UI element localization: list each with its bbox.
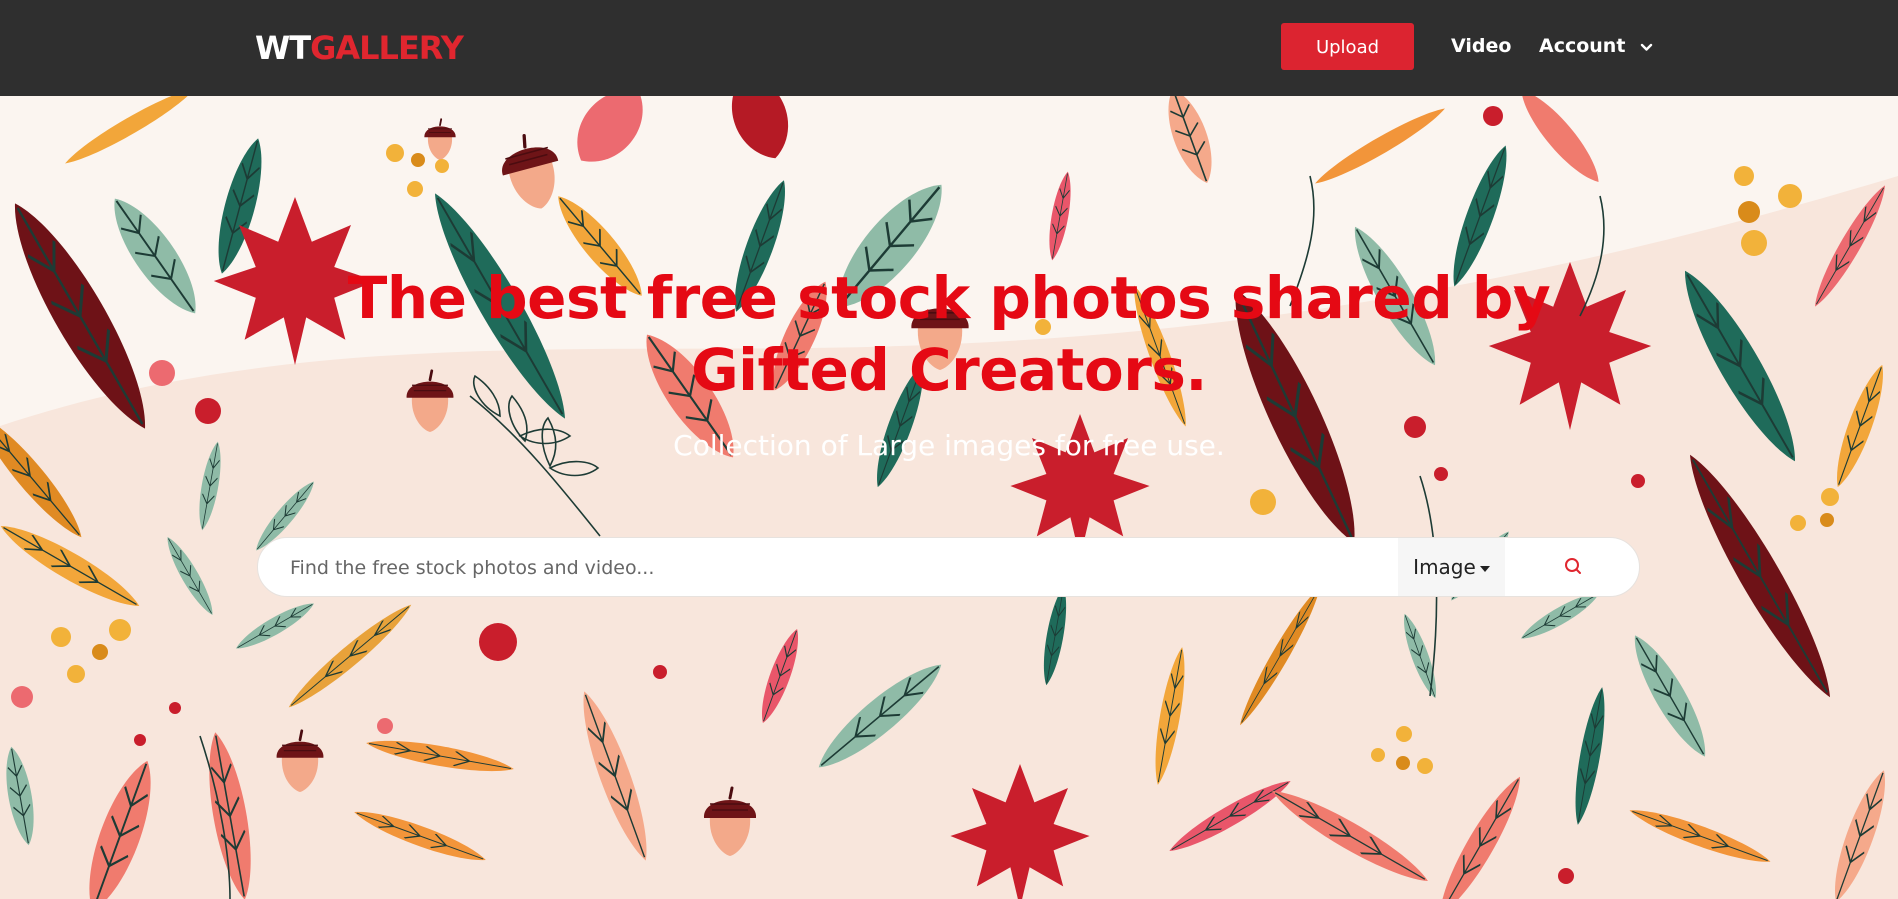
media-type-dropdown[interactable]: Image: [1398, 538, 1505, 596]
site-logo[interactable]: WTGALLERY: [255, 28, 464, 68]
search-button[interactable]: [1558, 552, 1588, 582]
nav-video-link[interactable]: Video: [1451, 23, 1511, 70]
navbar: WTGALLERY Upload Video Account: [0, 0, 1898, 96]
search-input[interactable]: [288, 538, 1352, 598]
account-label: Account: [1539, 35, 1626, 57]
upload-button[interactable]: Upload: [1281, 23, 1414, 70]
autumn-leaves-background: [0, 96, 1898, 899]
search-icon: [1565, 558, 1581, 574]
logo-text-gallery: GALLERY: [310, 29, 464, 67]
media-type-label: Image: [1413, 555, 1476, 579]
logo-text-wt: WT: [255, 29, 311, 67]
caret-down-icon: [1479, 565, 1490, 572]
search-bar: Image: [257, 537, 1640, 598]
hero-subtitle: Collection of Large images for free use.: [673, 429, 1225, 462]
chevron-down-icon: [1640, 23, 1653, 70]
hero-headline: The best free stock photos shared by Gif…: [347, 264, 1551, 404]
hero-section: The best free stock photos shared by Gif…: [0, 96, 1898, 899]
nav-account-dropdown[interactable]: Account: [1539, 23, 1653, 70]
